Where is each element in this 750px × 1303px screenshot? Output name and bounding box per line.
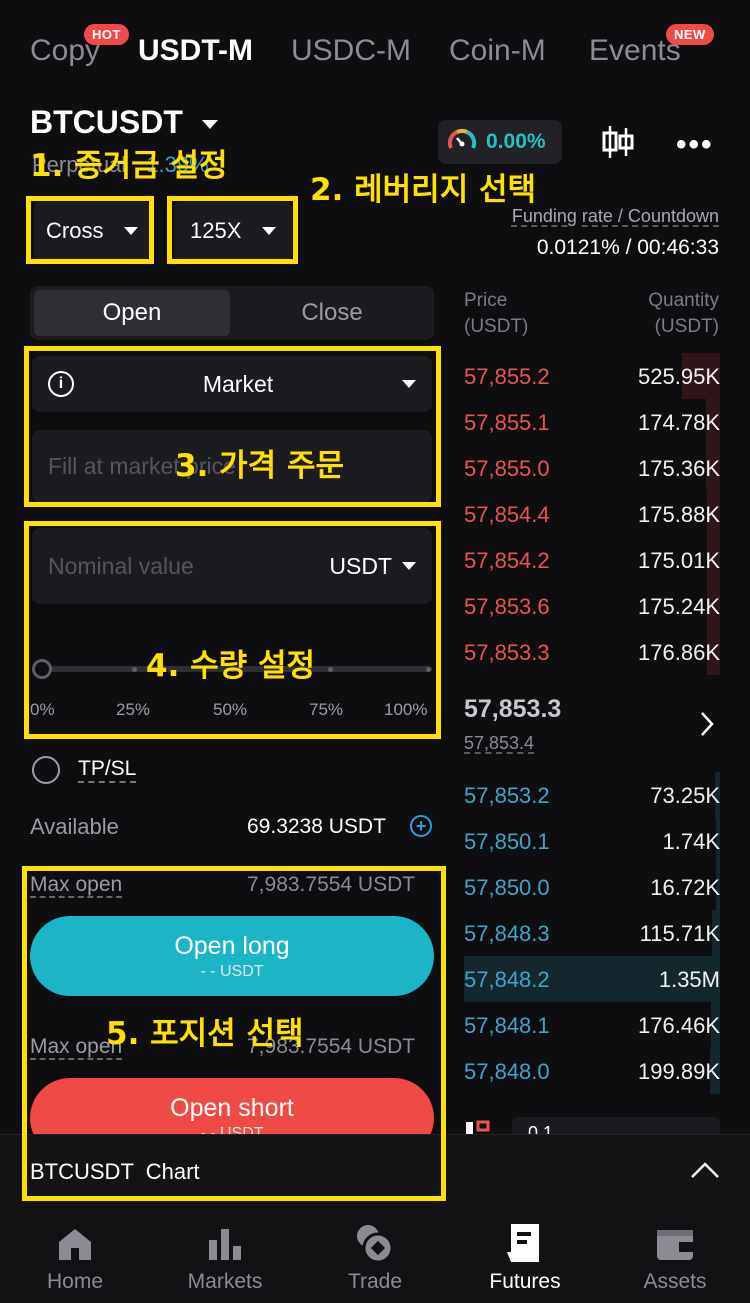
chevron-right-icon[interactable] xyxy=(698,710,716,738)
chevron-down-icon xyxy=(201,120,218,130)
order-quantity: 115.71K xyxy=(639,921,720,946)
order-price: 57,855.2 xyxy=(464,364,550,389)
bid-row[interactable]: 57,848.2 1.35M xyxy=(464,956,720,1002)
more-menu-icon[interactable]: ••• xyxy=(676,128,714,162)
nav-home[interactable]: Home xyxy=(0,1206,150,1303)
order-quantity: 176.46K xyxy=(638,1013,720,1038)
tab-usdt-m[interactable]: USDT-M xyxy=(138,34,253,68)
order-quantity: 73.25K xyxy=(650,783,720,808)
symbol-name: BTCUSDT xyxy=(30,104,183,140)
annotation-quantity: 4. 수량 설정 xyxy=(146,648,316,684)
ask-row[interactable]: 57,854.4 175.88K xyxy=(464,491,720,537)
order-quantity: 1.35M xyxy=(658,967,720,992)
tab-usdc-m[interactable]: USDC-M xyxy=(291,34,411,68)
order-price: 57,848.2 xyxy=(464,967,550,992)
trade-icon xyxy=(357,1225,394,1264)
sentiment-pill[interactable]: 0.00% xyxy=(438,120,562,164)
order-quantity: 174.78K xyxy=(638,410,720,435)
annotation-margin: 1. 증거금 설정 xyxy=(30,148,228,184)
markets-icon xyxy=(209,1229,241,1260)
bid-row[interactable]: 57,853.2 73.25K xyxy=(464,772,720,818)
order-quantity: 175.36K xyxy=(638,456,720,481)
order-quantity: 175.01K xyxy=(638,548,720,573)
order-quantity: 1.74K xyxy=(662,829,721,854)
ask-row[interactable]: 57,854.2 175.01K xyxy=(464,537,720,583)
order-quantity: 16.72K xyxy=(650,875,720,900)
available-value: 69.3238 USDT xyxy=(247,815,386,838)
ask-row[interactable]: 57,855.0 175.36K xyxy=(464,445,720,491)
bid-row[interactable]: 57,848.1 176.46K xyxy=(464,1002,720,1048)
order-quantity: 176.86K xyxy=(638,640,720,665)
add-funds-icon[interactable]: + xyxy=(410,815,432,837)
chevron-up-icon[interactable] xyxy=(690,1161,720,1179)
order-price: 57,854.4 xyxy=(464,502,550,527)
last-price: 57,853.3 xyxy=(464,695,562,723)
ask-row[interactable]: 57,853.3 176.86K xyxy=(464,629,720,675)
order-price: 57,850.0 xyxy=(464,875,550,900)
order-price: 57,848.1 xyxy=(464,1013,550,1038)
ask-row[interactable]: 57,855.1 174.78K xyxy=(464,399,720,445)
sentiment-value: 0.00% xyxy=(486,130,546,153)
bid-row[interactable]: 57,850.0 16.72K xyxy=(464,864,720,910)
bid-row[interactable]: 57,848.3 115.71K xyxy=(464,910,720,956)
order-price: 57,848.0 xyxy=(464,1059,550,1084)
ask-row[interactable]: 57,855.2 525.95K xyxy=(464,353,720,399)
order-price: 57,855.1 xyxy=(464,410,550,435)
price-column-header: Price (USDT) xyxy=(464,290,529,337)
annotation-leverage: 2. 레버리지 선택 xyxy=(310,172,537,208)
tab-open[interactable]: Open xyxy=(34,290,230,336)
ask-row[interactable]: 57,853.6 175.24K xyxy=(464,583,720,629)
highlight-leverage xyxy=(167,196,298,264)
tpsl-label[interactable]: TP/SL xyxy=(78,757,136,781)
open-close-toggle: Open Close xyxy=(30,286,434,340)
annotation-price: 3. 가격 주문 xyxy=(175,448,345,484)
tpsl-radio[interactable] xyxy=(32,756,60,784)
candlestick-chart-icon[interactable] xyxy=(600,124,636,160)
order-price: 57,853.2 xyxy=(464,783,550,808)
nav-trade[interactable]: Trade xyxy=(300,1206,450,1303)
order-quantity: 175.24K xyxy=(638,594,720,619)
bid-row[interactable]: 57,850.1 1.74K xyxy=(464,818,720,864)
nav-futures[interactable]: Futures xyxy=(450,1206,600,1303)
order-price: 57,848.3 xyxy=(464,921,550,946)
order-quantity: 199.89K xyxy=(638,1059,720,1084)
new-badge: NEW xyxy=(666,24,714,45)
gauge-icon xyxy=(447,128,477,149)
assets-icon xyxy=(657,1230,693,1260)
funding-rate-value: 0.0121% / 00:46:33 xyxy=(536,236,719,259)
order-price: 57,850.1 xyxy=(464,829,550,854)
available-label: Available xyxy=(30,814,119,839)
order-quantity: 525.95K xyxy=(638,364,720,389)
symbol-selector[interactable]: BTCUSDT xyxy=(30,104,218,141)
order-quantity: 175.88K xyxy=(638,502,720,527)
order-price: 57,853.6 xyxy=(464,594,550,619)
order-price: 57,853.3 xyxy=(464,640,550,665)
home-icon xyxy=(59,1229,91,1260)
bid-row[interactable]: 57,848.0 199.89K xyxy=(464,1048,720,1094)
highlight-quantity xyxy=(24,521,441,739)
mark-price[interactable]: 57,853.4 xyxy=(464,733,534,754)
quantity-column-header: Quantity (USDT) xyxy=(648,290,719,337)
futures-icon xyxy=(507,1224,539,1262)
nav-markets[interactable]: Markets xyxy=(150,1206,300,1303)
hot-badge: HOT xyxy=(84,24,129,45)
tab-close[interactable]: Close xyxy=(234,290,430,336)
bottom-nav: Home Markets Trade Futures Assets xyxy=(0,1206,750,1303)
funding-rate-label[interactable]: Funding rate / Countdown xyxy=(512,206,719,227)
nav-assets[interactable]: Assets xyxy=(600,1206,750,1303)
order-price: 57,854.2 xyxy=(464,548,550,573)
annotation-position: 5. 포지션 선택 xyxy=(106,1016,304,1052)
order-price: 57,855.0 xyxy=(464,456,550,481)
tab-coin-m[interactable]: Coin-M xyxy=(449,34,546,68)
highlight-margin xyxy=(26,196,154,264)
